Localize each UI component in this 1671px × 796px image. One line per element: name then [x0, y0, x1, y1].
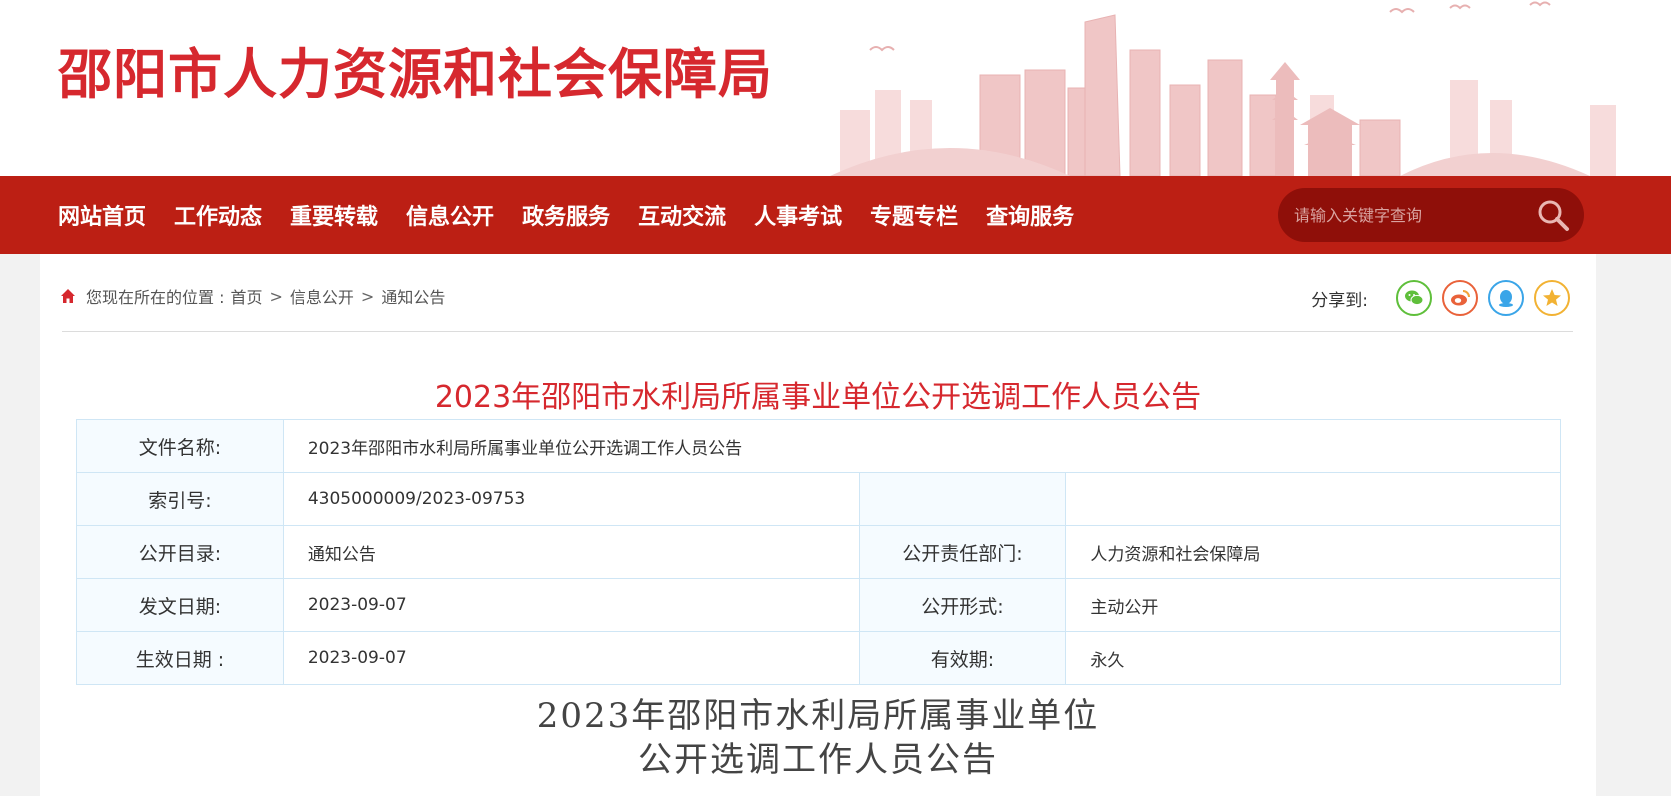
- nav-item-gov-services[interactable]: 政务服务: [522, 199, 610, 231]
- main-nav-bar: 网站首页 工作动态 重要转载 信息公开 政务服务 互动交流 人事考试 专题专栏 …: [0, 176, 1671, 254]
- breadcrumb-prefix: 您现在所在的位置 :: [86, 288, 225, 307]
- article-body-title-line-1: 2023年邵阳市水利局所属事业单位: [536, 696, 1100, 736]
- validity-label: 有效期:: [858, 631, 1067, 685]
- catalog-value: 通知公告: [282, 525, 860, 579]
- qq-icon: [1499, 290, 1513, 307]
- nav-item-special-topics[interactable]: 专题专栏: [870, 199, 958, 231]
- favorite-icon: [1543, 289, 1561, 306]
- issue-date-value: 2023-09-07: [282, 578, 860, 632]
- nav-item-interaction[interactable]: 互动交流: [638, 199, 726, 231]
- breadcrumb-separator: >: [269, 286, 283, 306]
- nav-item-home[interactable]: 网站首页: [58, 199, 146, 231]
- qq-share-button[interactable]: [1488, 280, 1524, 316]
- breadcrumb-home-link[interactable]: 首页: [230, 284, 262, 308]
- header-banner: 邵阳市人力资源和社会保障局: [0, 0, 1671, 176]
- breadcrumb-divider: [62, 331, 1573, 332]
- index-number-value: 4305000009/2023-09753: [282, 472, 860, 526]
- article-body-title-line-2: 公开选调工作人员公告: [638, 740, 998, 780]
- article-body-title: 2023年邵阳市水利局所属事业单位 公开选调工作人员公告: [40, 694, 1596, 782]
- wechat-share-button[interactable]: [1396, 280, 1432, 316]
- share-label: 分享到:: [1311, 290, 1368, 311]
- disclosure-form-label: 公开形式:: [858, 578, 1067, 632]
- nav-item-work-news[interactable]: 工作动态: [174, 199, 262, 231]
- weibo-icon: [1451, 290, 1470, 306]
- empty-value-cell: [1065, 472, 1561, 526]
- table-row: 生效日期 : 2023-09-07 有效期: 永久: [76, 631, 1561, 685]
- breadcrumb-notices-link[interactable]: 通知公告: [381, 284, 445, 308]
- home-icon: [61, 289, 75, 303]
- index-number-label: 索引号:: [76, 472, 284, 526]
- nav-item-info-disclosure[interactable]: 信息公开: [406, 199, 494, 231]
- file-name-value: 2023年邵阳市水利局所属事业单位公开选调工作人员公告: [282, 419, 1562, 473]
- search-icon[interactable]: [1536, 198, 1570, 232]
- main-content: 您现在所在的位置 : 首页 > 信息公开 > 通知公告 分享到: 2023年邵阳…: [40, 254, 1596, 796]
- nav-item-reprints[interactable]: 重要转载: [290, 199, 378, 231]
- search-input[interactable]: [1294, 188, 1524, 242]
- validity-value: 永久: [1065, 631, 1561, 685]
- table-row: 索引号: 4305000009/2023-09753: [76, 472, 1561, 526]
- table-row: 文件名称: 2023年邵阳市水利局所属事业单位公开选调工作人员公告: [76, 419, 1562, 473]
- table-row: 公开目录: 通知公告 公开责任部门: 人力资源和社会保障局: [76, 525, 1561, 579]
- effective-date-value: 2023-09-07: [282, 631, 860, 685]
- table-row: 发文日期: 2023-09-07 公开形式: 主动公开: [76, 578, 1561, 632]
- nav-item-personnel-exam[interactable]: 人事考试: [754, 199, 842, 231]
- disclosure-form-value: 主动公开: [1065, 578, 1561, 632]
- favorite-share-button[interactable]: [1534, 280, 1570, 316]
- nav-item-query-service[interactable]: 查询服务: [986, 199, 1074, 231]
- breadcrumb-separator: >: [360, 286, 375, 306]
- breadcrumb: 您现在所在的位置 : 首页 > 信息公开 > 通知公告: [60, 284, 445, 308]
- effective-date-label: 生效日期 :: [76, 631, 284, 685]
- nav-list: 网站首页 工作动态 重要转载 信息公开 政务服务 互动交流 人事考试 专题专栏 …: [44, 176, 1088, 254]
- catalog-label: 公开目录:: [76, 525, 284, 579]
- responsible-dept-value: 人力资源和社会保障局: [1065, 525, 1561, 579]
- weibo-share-button[interactable]: [1442, 280, 1478, 316]
- breadcrumb-info-disclosure-link[interactable]: 信息公开: [290, 284, 354, 308]
- search-box: [1278, 188, 1584, 242]
- share-bar: 分享到:: [1311, 280, 1570, 316]
- document-metadata-table: 文件名称: 2023年邵阳市水利局所属事业单位公开选调工作人员公告 索引号: 4…: [76, 419, 1562, 685]
- file-name-label: 文件名称:: [76, 419, 284, 473]
- empty-label-cell: [858, 472, 1067, 526]
- wechat-icon: [1405, 290, 1424, 306]
- site-title[interactable]: 邵阳市人力资源和社会保障局: [58, 30, 773, 109]
- document-title: 2023年邵阳市水利局所属事业单位公开选调工作人员公告: [434, 380, 1202, 415]
- city-skyline-illustration: [830, 0, 1671, 176]
- responsible-dept-label: 公开责任部门:: [858, 525, 1067, 579]
- issue-date-label: 发文日期:: [76, 578, 284, 632]
